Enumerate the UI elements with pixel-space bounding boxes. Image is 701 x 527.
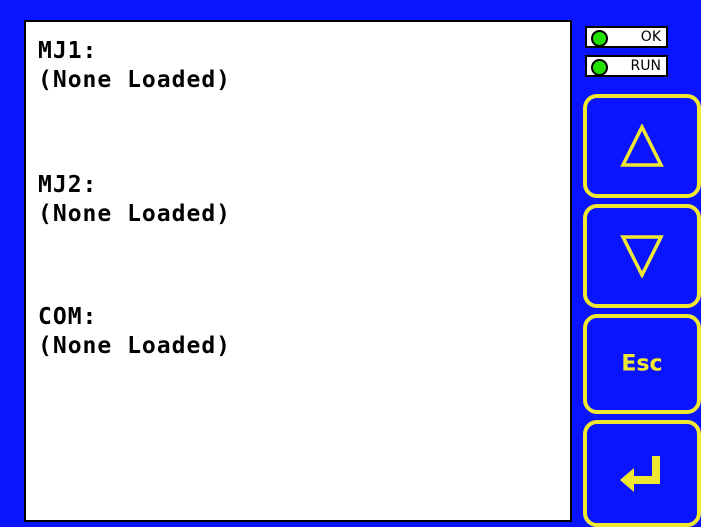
mj2-label: MJ2: xyxy=(38,172,98,198)
hmi-screen: MJ1: (None Loaded) MJ2: (None Loaded) CO… xyxy=(0,0,701,527)
scroll-up-button[interactable] xyxy=(583,94,701,198)
run-led-icon xyxy=(591,59,608,76)
com-label: COM: xyxy=(38,304,98,330)
com-value: (None Loaded) xyxy=(38,333,232,359)
enter-arrow-icon xyxy=(620,455,660,492)
mj2-value: (None Loaded) xyxy=(38,201,232,227)
module-info-panel: MJ1: (None Loaded) MJ2: (None Loaded) CO… xyxy=(24,20,572,522)
escape-button-label: Esc xyxy=(621,351,663,377)
enter-button[interactable] xyxy=(583,420,701,527)
run-status-indicator: RUN xyxy=(585,55,668,77)
mj1-value: (None Loaded) xyxy=(38,67,232,93)
scroll-down-button[interactable] xyxy=(583,204,701,308)
escape-button[interactable]: Esc xyxy=(583,314,701,414)
ok-status-indicator: OK xyxy=(585,26,668,48)
run-status-label: RUN xyxy=(630,58,661,74)
up-triangle-icon xyxy=(620,124,664,167)
down-triangle-icon xyxy=(620,235,664,278)
mj1-label: MJ1: xyxy=(38,38,98,64)
ok-led-icon xyxy=(591,30,608,47)
ok-status-label: OK xyxy=(640,29,661,45)
